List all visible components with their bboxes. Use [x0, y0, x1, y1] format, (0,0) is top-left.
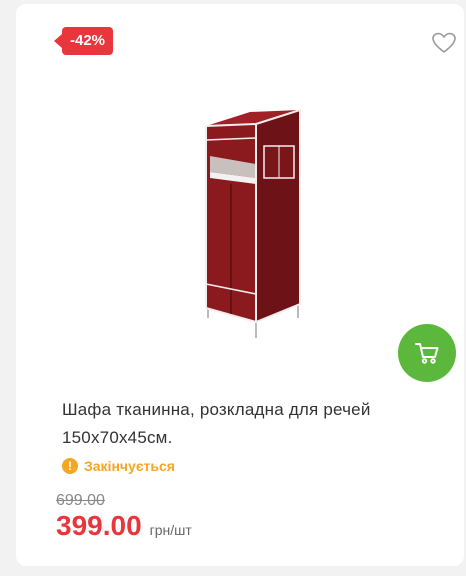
price-unit: грн/шт [149, 522, 192, 538]
stock-status-label: Закінчується [84, 458, 175, 474]
discount-badge: -42% [53, 27, 114, 55]
product-image[interactable] [196, 104, 306, 344]
current-price: 399.00 [56, 510, 142, 541]
wishlist-heart-icon[interactable] [431, 31, 457, 55]
add-to-cart-button[interactable] [398, 324, 456, 382]
old-price: 699.00 [56, 492, 105, 509]
exclamation-circle-icon: ! [62, 458, 78, 474]
price-row: 399.00 грн/шт [56, 510, 192, 542]
product-card[interactable]: -42% Шафа тканинна, розкладна для речей … [16, 4, 464, 566]
shopping-cart-icon [415, 343, 439, 364]
stock-status: ! Закінчується [62, 456, 175, 476]
product-title[interactable]: Шафа тканинна, розкладна для речей 150х7… [62, 396, 454, 452]
